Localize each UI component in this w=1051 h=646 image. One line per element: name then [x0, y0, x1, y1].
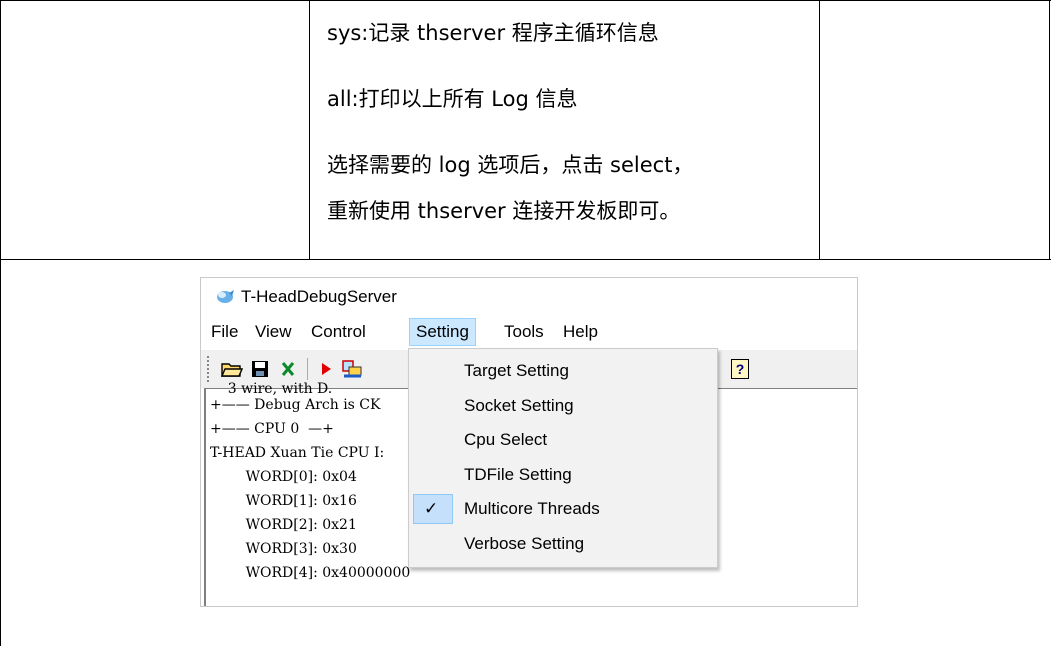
- connect-icon[interactable]: [341, 358, 363, 380]
- table-col-divider-1: [309, 0, 310, 260]
- table-right-border: [1049, 0, 1050, 260]
- console-line: WORD[4]: 0x40000000: [210, 565, 411, 581]
- menu-item-cpu-select[interactable]: Cpu Select: [409, 423, 717, 457]
- menu-item-socket-setting[interactable]: Socket Setting: [409, 389, 717, 423]
- menu-view[interactable]: View: [249, 318, 298, 346]
- help-icon-glyph: ?: [731, 359, 749, 379]
- checkmark-icon: ✓: [424, 499, 439, 518]
- console-line: WORD[1]: 0x16: [210, 493, 357, 509]
- menu-tools[interactable]: Tools: [498, 318, 550, 346]
- menu-item-tdfile-setting[interactable]: TDFile Setting: [409, 458, 717, 492]
- menu-item-verbose-setting[interactable]: Verbose Setting: [409, 527, 717, 561]
- app-icon: [217, 290, 234, 303]
- window-title: T-HeadDebugServer: [241, 287, 397, 306]
- cell-line-sys: sys:记录 thserver 程序主循环信息: [327, 21, 659, 45]
- cell-line-all: all:打印以上所有 Log 信息: [327, 87, 578, 111]
- table-top-border: [0, 0, 1051, 1]
- console-line: WORD[2]: 0x21: [210, 517, 357, 533]
- menu-item-label: Verbose Setting: [464, 534, 585, 553]
- menu-item-target-setting[interactable]: Target Setting: [409, 354, 717, 388]
- table-col-divider-2: [819, 0, 820, 260]
- menu-item-label: Target Setting: [464, 361, 569, 380]
- menu-help[interactable]: Help: [557, 318, 604, 346]
- menu-item-label: Multicore Threads: [464, 499, 600, 518]
- menu-file[interactable]: File: [205, 318, 244, 346]
- menu-item-label: Socket Setting: [464, 396, 574, 415]
- console-line: T-HEAD Xuan Tie CPU I:: [210, 445, 385, 461]
- help-icon[interactable]: ?: [729, 358, 751, 380]
- table-left-border: [0, 0, 1, 646]
- console-line: WORD[0]: 0x04: [210, 469, 357, 485]
- menu-item-multicore-threads[interactable]: ✓ Multicore Threads: [409, 492, 717, 526]
- menu-setting[interactable]: Setting: [409, 318, 476, 346]
- setting-dropdown-menu: Target Setting Socket Setting Cpu Select…: [408, 348, 718, 568]
- menu-control[interactable]: Control: [305, 318, 372, 346]
- window-titlebar: T-HeadDebugServer: [201, 278, 857, 316]
- console-line: WORD[3]: 0x30: [210, 541, 357, 557]
- console-line: +—— Debug Arch is CK: [210, 397, 381, 413]
- menu-bar: File View Control Setting Tools Help: [201, 318, 857, 346]
- menu-item-label: Cpu Select: [464, 430, 548, 449]
- table-row-divider: [0, 259, 1051, 260]
- menu-item-label: TDFile Setting: [464, 465, 572, 484]
- cell-line-reconnect: 重新使用 thserver 连接开发板即可。: [327, 199, 681, 223]
- console-line: +—— CPU 0 —+: [210, 421, 334, 437]
- cell-line-select: 选择需要的 log 选项后，点击 select，: [327, 153, 694, 177]
